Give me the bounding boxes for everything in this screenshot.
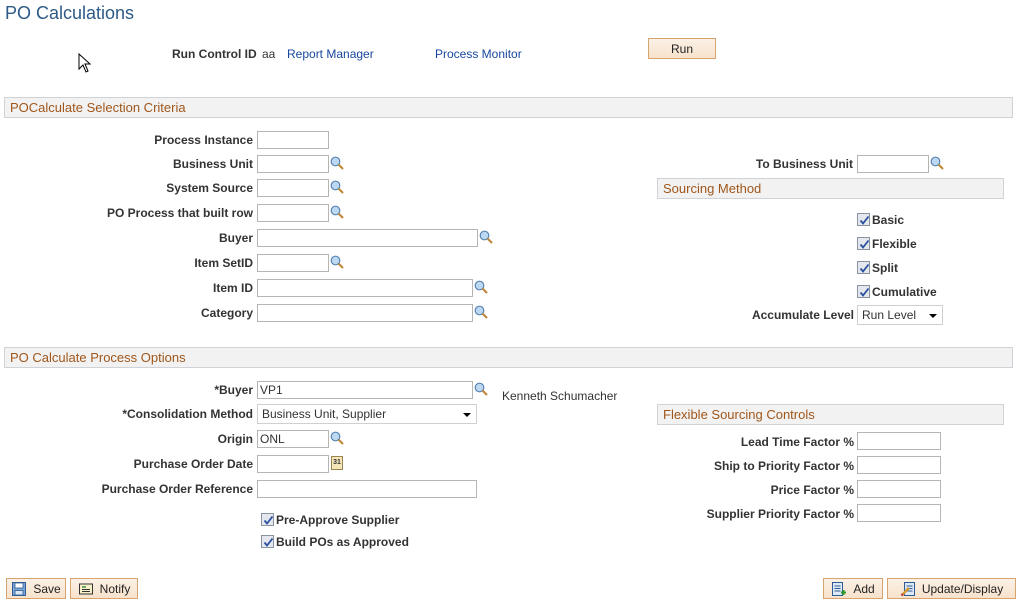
ship-to-priority-factor-input[interactable] bbox=[857, 456, 941, 474]
category-input[interactable] bbox=[257, 304, 473, 322]
process-instance-label: Process Instance bbox=[154, 133, 253, 147]
selection-criteria-header: POCalculate Selection Criteria bbox=[4, 97, 1013, 118]
po-process-lookup-icon[interactable] bbox=[330, 205, 344, 219]
build-pos-approved-label: Build POs as Approved bbox=[276, 535, 409, 549]
update-display-button[interactable]: Update/Display bbox=[887, 578, 1016, 599]
flexible-label: Flexible bbox=[872, 237, 917, 251]
process-monitor-link[interactable]: Process Monitor bbox=[435, 47, 522, 61]
report-manager-link[interactable]: Report Manager bbox=[287, 47, 374, 61]
add-button[interactable]: Add bbox=[823, 578, 883, 599]
calendar-icon-text: 31 bbox=[333, 459, 341, 466]
buyer-description: Kenneth Schumacher bbox=[502, 389, 618, 403]
save-icon bbox=[12, 581, 27, 596]
accumulate-level-label: Accumulate Level bbox=[751, 308, 854, 322]
chevron-down-icon bbox=[463, 413, 471, 417]
flexible-checkbox[interactable] bbox=[857, 237, 870, 250]
consolidation-method-label: *Consolidation Method bbox=[122, 407, 253, 421]
buyer-filter-lookup-icon[interactable] bbox=[479, 230, 493, 244]
price-factor-label: Price Factor % bbox=[770, 483, 854, 497]
process-options-header: PO Calculate Process Options bbox=[4, 347, 1013, 368]
chevron-down-icon bbox=[929, 314, 937, 318]
save-button[interactable]: Save bbox=[6, 578, 66, 599]
system-source-lookup-icon[interactable] bbox=[330, 180, 344, 194]
accumulate-level-select[interactable]: Run Level bbox=[857, 305, 943, 325]
item-id-input[interactable] bbox=[257, 279, 473, 297]
po-process-label: PO Process that built row bbox=[106, 206, 253, 220]
run-button[interactable]: Run bbox=[648, 38, 716, 59]
run-button-label: Run bbox=[670, 41, 693, 56]
notify-button[interactable]: Notify bbox=[70, 578, 138, 599]
po-date-input[interactable] bbox=[257, 455, 329, 473]
buyer-filter-input[interactable] bbox=[257, 229, 478, 247]
po-reference-label: Purchase Order Reference bbox=[101, 482, 253, 496]
item-setid-label: Item SetID bbox=[194, 256, 253, 270]
origin-lookup-icon[interactable] bbox=[330, 431, 344, 445]
business-unit-lookup-icon[interactable] bbox=[330, 156, 344, 170]
split-label: Split bbox=[872, 261, 898, 275]
basic-checkbox[interactable] bbox=[857, 213, 870, 226]
buyer-filter-label: Buyer bbox=[218, 231, 253, 245]
build-pos-approved-checkbox[interactable] bbox=[261, 535, 274, 548]
run-control-id-label: Run Control ID bbox=[172, 47, 257, 61]
save-label: Save bbox=[33, 581, 61, 596]
to-business-unit-lookup-icon[interactable] bbox=[930, 156, 944, 170]
notify-label: Notify bbox=[99, 581, 131, 596]
supplier-priority-factor-label: Supplier Priority Factor % bbox=[706, 507, 854, 521]
buyer-label: *Buyer bbox=[214, 383, 253, 397]
update-display-label: Update/Display bbox=[921, 581, 1004, 596]
pre-approve-supplier-label: Pre-Approve Supplier bbox=[276, 513, 400, 527]
category-lookup-icon[interactable] bbox=[474, 305, 488, 319]
to-business-unit-input[interactable] bbox=[857, 155, 929, 173]
category-label: Category bbox=[200, 306, 253, 320]
po-process-input[interactable] bbox=[257, 204, 329, 222]
consolidation-method-value: Business Unit, Supplier bbox=[262, 407, 387, 421]
page-title: PO Calculations bbox=[5, 3, 135, 23]
pre-approve-supplier-checkbox[interactable] bbox=[261, 513, 274, 526]
to-business-unit-label: To Business Unit bbox=[755, 157, 853, 171]
origin-label: Origin bbox=[217, 432, 253, 446]
item-id-lookup-icon[interactable] bbox=[474, 280, 488, 294]
item-setid-input[interactable] bbox=[257, 254, 329, 272]
system-source-label: System Source bbox=[166, 181, 253, 195]
mouse-cursor-icon bbox=[78, 53, 92, 73]
buyer-lookup-icon[interactable] bbox=[474, 382, 488, 396]
update-display-icon bbox=[900, 581, 915, 596]
lead-time-factor-input[interactable] bbox=[857, 432, 941, 450]
accumulate-level-value: Run Level bbox=[862, 308, 917, 322]
system-source-input[interactable] bbox=[257, 179, 329, 197]
item-setid-lookup-icon[interactable] bbox=[330, 255, 344, 269]
po-date-label: Purchase Order Date bbox=[133, 457, 253, 471]
process-instance-input[interactable] bbox=[257, 131, 329, 149]
item-id-label: Item ID bbox=[212, 281, 253, 295]
calendar-icon[interactable]: 31 bbox=[331, 456, 343, 470]
run-control-id-value: aa bbox=[262, 47, 276, 61]
sourcing-method-header: Sourcing Method bbox=[657, 178, 1004, 199]
buyer-input[interactable] bbox=[257, 381, 473, 399]
notify-icon bbox=[78, 583, 93, 594]
flexible-sourcing-header: Flexible Sourcing Controls bbox=[657, 404, 1004, 425]
origin-input[interactable] bbox=[257, 430, 329, 448]
business-unit-input[interactable] bbox=[257, 155, 329, 173]
cumulative-label: Cumulative bbox=[872, 285, 937, 299]
consolidation-method-select[interactable]: Business Unit, Supplier bbox=[257, 404, 477, 424]
basic-label: Basic bbox=[872, 213, 905, 227]
price-factor-input[interactable] bbox=[857, 480, 941, 498]
supplier-priority-factor-input[interactable] bbox=[857, 504, 941, 522]
split-checkbox[interactable] bbox=[857, 261, 870, 274]
lead-time-factor-label: Lead Time Factor % bbox=[740, 435, 854, 449]
ship-to-priority-factor-label: Ship to Priority Factor % bbox=[713, 459, 854, 473]
business-unit-label: Business Unit bbox=[172, 157, 253, 171]
add-icon bbox=[832, 581, 847, 596]
po-reference-input[interactable] bbox=[257, 480, 477, 498]
cumulative-checkbox[interactable] bbox=[857, 285, 870, 298]
add-label: Add bbox=[853, 581, 875, 596]
